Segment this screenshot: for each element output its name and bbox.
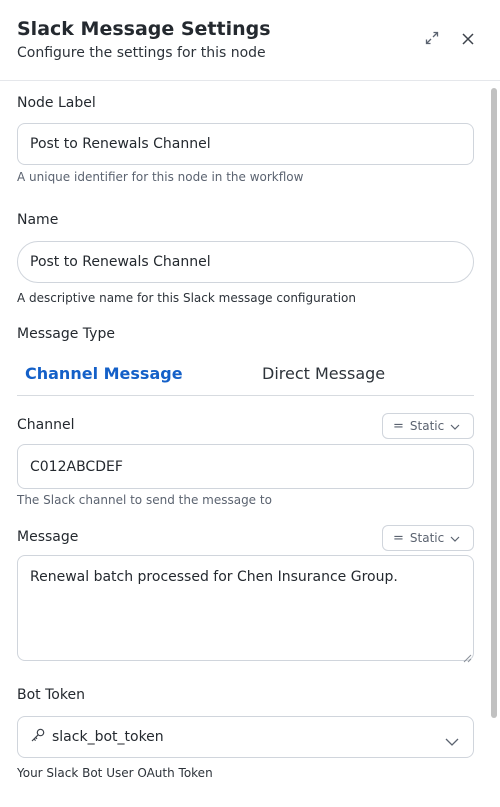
bot-token-help: Your Slack Bot User OAuth Token <box>17 766 213 780</box>
message-mode-select[interactable]: = Static <box>382 525 474 551</box>
node-label-input[interactable] <box>17 123 474 165</box>
panel-subtitle: Configure the settings for this node <box>17 45 266 61</box>
bot-token-value: slack_bot_token <box>52 729 164 745</box>
key-icon <box>30 727 46 747</box>
message-textarea[interactable]: Renewal batch processed for Chen Insuran… <box>17 555 474 661</box>
equals-icon: = <box>393 418 404 434</box>
resize-handle-icon[interactable] <box>462 648 472 663</box>
expand-icon <box>424 30 440 50</box>
message-type-label: Message Type <box>17 326 115 342</box>
name-label: Name <box>17 212 59 228</box>
name-input[interactable] <box>17 241 474 283</box>
name-help: A descriptive name for this Slack messag… <box>17 291 356 305</box>
bot-token-select[interactable]: slack_bot_token <box>17 716 474 758</box>
bot-token-label: Bot Token <box>17 687 85 703</box>
tab-direct-message[interactable]: Direct Message <box>262 364 385 383</box>
node-label-label: Node Label <box>17 95 96 111</box>
channel-help: The Slack channel to send the message to <box>17 493 272 507</box>
close-icon <box>461 31 475 50</box>
scrollbar[interactable] <box>491 88 497 718</box>
channel-mode-select[interactable]: = Static <box>382 413 474 439</box>
chevron-down-icon <box>450 419 460 433</box>
panel-header: Slack Message Settings Configure the set… <box>0 0 500 81</box>
tab-channel-message[interactable]: Channel Message <box>25 364 183 383</box>
equals-icon: = <box>393 530 404 546</box>
channel-label: Channel <box>17 417 75 433</box>
node-label-help: A unique identifier for this node in the… <box>17 170 304 184</box>
channel-mode-label: Static <box>409 419 445 433</box>
chevron-down-icon <box>445 731 459 750</box>
message-label: Message <box>17 529 79 545</box>
expand-button[interactable] <box>421 29 443 51</box>
panel-title: Slack Message Settings <box>17 18 271 40</box>
message-mode-label: Static <box>409 531 445 545</box>
close-button[interactable] <box>457 29 479 51</box>
chevron-down-icon <box>450 531 460 545</box>
tabs-divider <box>17 395 474 396</box>
channel-input[interactable] <box>17 444 474 489</box>
